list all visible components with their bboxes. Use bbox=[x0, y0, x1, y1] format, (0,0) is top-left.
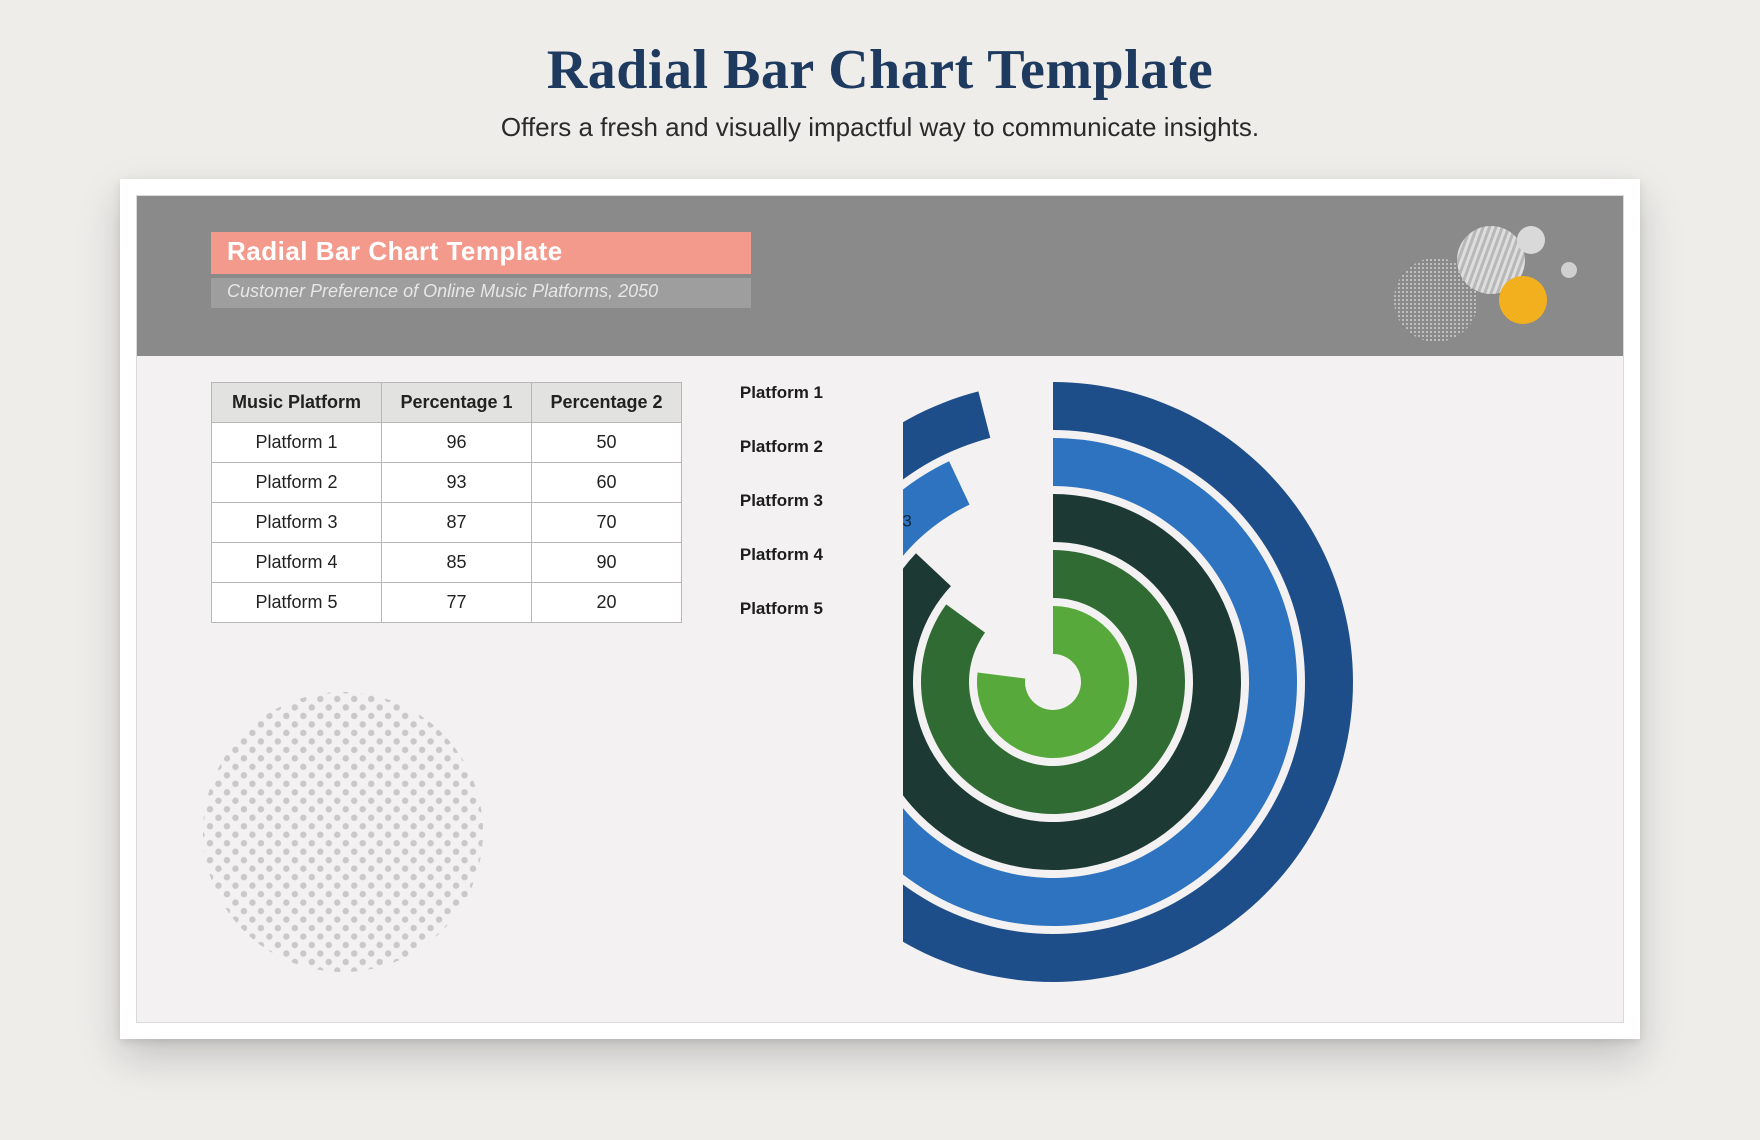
cell: Platform 3 bbox=[212, 503, 382, 543]
cell: 70 bbox=[532, 503, 682, 543]
legend-item: Platform 2 bbox=[693, 438, 823, 492]
cell: 85 bbox=[382, 543, 532, 583]
table-row: Platform 5 77 20 bbox=[212, 583, 682, 623]
cell: 60 bbox=[532, 463, 682, 503]
cell: 93 bbox=[382, 463, 532, 503]
legend-item: Platform 1 bbox=[693, 384, 823, 438]
page-subtitle: Offers a fresh and visually impactful wa… bbox=[501, 112, 1259, 143]
content-area: Music Platform Percentage 1 Percentage 2… bbox=[137, 356, 1623, 1022]
col-header: Percentage 1 bbox=[382, 383, 532, 423]
radial-value-label: 93 bbox=[903, 512, 912, 531]
table-row: Platform 3 87 70 bbox=[212, 503, 682, 543]
template-card: Radial Bar Chart Template Customer Prefe… bbox=[120, 179, 1640, 1039]
card-subtitle-pill: Customer Preference of Online Music Plat… bbox=[211, 278, 751, 308]
chart-legend: Platform 1 Platform 2 Platform 3 Platfor… bbox=[693, 384, 823, 654]
cell: Platform 5 bbox=[212, 583, 382, 623]
radial-bar-chart: 93 bbox=[903, 362, 1563, 1002]
table-header-row: Music Platform Percentage 1 Percentage 2 bbox=[212, 383, 682, 423]
cell: 87 bbox=[382, 503, 532, 543]
col-header: Music Platform bbox=[212, 383, 382, 423]
cell: Platform 4 bbox=[212, 543, 382, 583]
legend-item: Platform 5 bbox=[693, 600, 823, 654]
data-table: Music Platform Percentage 1 Percentage 2… bbox=[211, 382, 682, 623]
cell: 96 bbox=[382, 423, 532, 463]
legend-item: Platform 3 bbox=[693, 492, 823, 546]
cell: 90 bbox=[532, 543, 682, 583]
header-decoration-icon bbox=[1381, 214, 1591, 344]
page-title: Radial Bar Chart Template bbox=[547, 38, 1213, 102]
halftone-circle-icon bbox=[193, 682, 493, 982]
template-inner: Radial Bar Chart Template Customer Prefe… bbox=[136, 195, 1624, 1023]
legend-item: Platform 4 bbox=[693, 546, 823, 600]
cell: 77 bbox=[382, 583, 532, 623]
table-row: Platform 2 93 60 bbox=[212, 463, 682, 503]
table-row: Platform 4 85 90 bbox=[212, 543, 682, 583]
card-title-pill: Radial Bar Chart Template bbox=[211, 232, 751, 274]
cell: 20 bbox=[532, 583, 682, 623]
cell: Platform 1 bbox=[212, 423, 382, 463]
table-row: Platform 1 96 50 bbox=[212, 423, 682, 463]
cell: Platform 2 bbox=[212, 463, 382, 503]
cell: 50 bbox=[532, 423, 682, 463]
col-header: Percentage 2 bbox=[532, 383, 682, 423]
